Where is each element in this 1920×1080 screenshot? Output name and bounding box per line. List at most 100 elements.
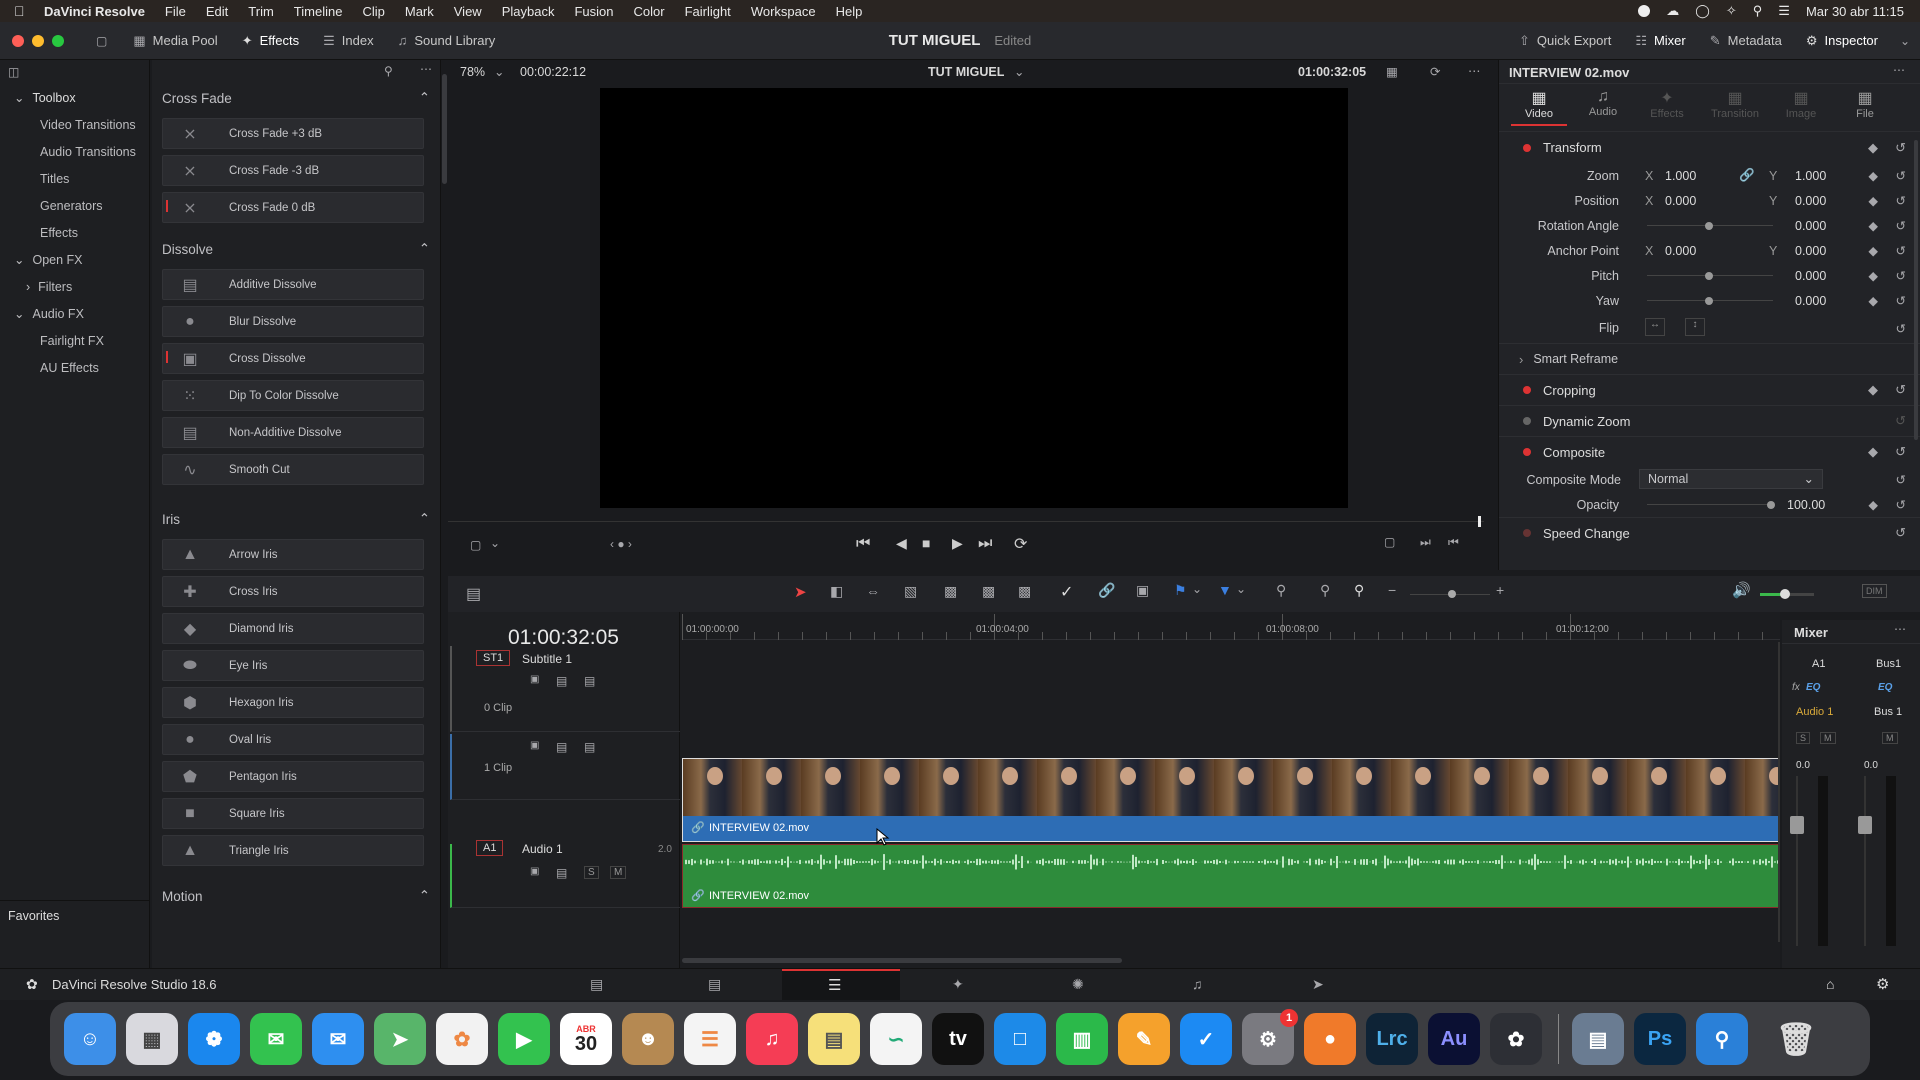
trim-tool-icon[interactable]: ◧ [830,583,843,600]
reset-icon[interactable]: ↺ [1896,472,1906,487]
chevron-down-icon[interactable]: ⌄ [1014,64,1024,79]
pitch-field[interactable]: 0.000 [1795,269,1826,283]
reset-icon[interactable]: ↺ [1896,321,1906,336]
eq-label[interactable]: EQ [1806,682,1820,693]
timeline-scrollbar[interactable] [682,958,1122,963]
photos-icon[interactable]: ✿ [436,1013,488,1065]
effect-item[interactable]: ⬟ Pentagon Iris [162,761,424,792]
fader-a1[interactable] [1790,816,1804,834]
mail-icon[interactable]: ✉ [312,1013,364,1065]
auto-select-icon[interactable]: ▤ [556,866,567,880]
effect-item[interactable]: ▲ Triangle Iris [162,835,424,866]
solo-button[interactable]: S [1796,732,1811,744]
video-clip[interactable]: 🔗 INTERVIEW 02.mov [682,758,1780,842]
tree-effects[interactable]: Effects [0,219,149,246]
effect-item[interactable]: ∿ Smooth Cut [162,454,424,485]
keyframe-icon[interactable]: ◆ [1868,268,1878,283]
search-icon[interactable]: ⚲ [1753,3,1763,19]
reset-icon[interactable]: ↺ [1895,444,1906,460]
dissolve-header[interactable]: Dissolve ⌃ [152,235,440,263]
more-options-icon[interactable]: ⋯ [420,62,432,76]
menu-trim[interactable]: Trim [248,4,274,19]
effect-item[interactable]: ⬢ Hexagon Iris [162,687,424,718]
next-edit-icon[interactable]: ⏭ [1420,535,1431,550]
reset-icon[interactable]: ↺ [1896,497,1906,512]
lock-icon[interactable]: ▣ [530,674,539,685]
opacity-field[interactable]: 100.00 [1787,498,1825,512]
flip-vertical-button[interactable]: ↕ [1685,318,1705,336]
cut-page-icon[interactable]: ▤ [708,976,721,993]
effects-button[interactable]: ✦ Effects [230,22,311,60]
effect-item[interactable]: ⁙ Dip To Color Dissolve [162,380,424,411]
metadata-button[interactable]: ✎ Metadata [1698,22,1794,60]
tab-audio[interactable]: ♫ Audio [1575,88,1631,118]
keyframe-icon[interactable]: ◆ [1868,497,1878,512]
track-name[interactable]: Subtitle 1 [522,652,572,666]
chevron-down-icon[interactable]: ⌄ [1192,582,1202,596]
effect-item[interactable]: ▲ Arrow Iris [162,539,424,570]
effect-item[interactable]: ⨯ Cross Fade +3 dB [162,118,424,149]
mute-button[interactable]: M [610,866,627,879]
snapping-icon[interactable]: ✓ [1060,582,1073,602]
document-thumbnail-icon[interactable]: ▤ [1572,1013,1624,1065]
user-icon[interactable]: ◯ [1695,3,1710,19]
toolbox-header[interactable]: ⌄ Toolbox [0,84,149,111]
captions-icon[interactable]: ▤ [584,674,595,688]
lightroom-classic-icon[interactable]: Lrc [1366,1013,1418,1065]
loop-icon[interactable]: ⟳ [1014,534,1027,554]
fader-bus1[interactable] [1858,816,1872,834]
track-name[interactable]: Audio 1 [522,842,563,856]
play-icon[interactable]: ▶ [952,535,963,552]
more-options-icon[interactable]: ⋯ [1468,63,1481,78]
effect-item[interactable]: ● Blur Dissolve [162,306,424,337]
flag-icon[interactable]: ⚑ [1174,582,1187,599]
tree-generators[interactable]: Generators [0,192,149,219]
go-to-end-icon[interactable]: ⏭ [978,535,992,553]
reset-icon[interactable]: ↺ [1895,140,1906,156]
keyframe-icon[interactable]: ◆ [1868,444,1878,460]
prev-edit-icon[interactable]: ⏮ [1448,535,1459,550]
viewer-options-icon[interactable]: ▦ [1386,64,1398,79]
app-menu[interactable]: DaVinci Resolve [44,4,145,19]
zoom-level[interactable]: 78% [460,65,485,79]
close-window-button[interactable] [12,34,24,47]
effect-item[interactable]: ◆ Diamond Iris [162,613,424,644]
messages-icon[interactable]: ✉ [250,1013,302,1065]
keyframe-icon[interactable]: ◆ [1868,168,1878,183]
cross-fade-header[interactable]: Cross Fade ⌃ [152,84,440,112]
creative-cloud-icon[interactable]: ☁ [1666,3,1679,19]
pages-icon[interactable]: ✎ [1118,1013,1170,1065]
menu-workspace[interactable]: Workspace [751,4,816,19]
favorites-header[interactable]: Favorites [8,902,59,929]
calendar-icon[interactable]: ABR 30 [560,1013,612,1065]
blade-tool-icon[interactable]: ▧ [904,583,917,600]
zoom-custom-icon[interactable]: ⚲ [1354,582,1364,599]
media-pool-button[interactable]: ▦ Media Pool [121,22,229,60]
tree-filters[interactable]: › Filters [0,273,149,300]
tree-titles[interactable]: Titles [0,165,149,192]
zoom-in-icon[interactable]: + [1496,582,1504,598]
tree-video-transitions[interactable]: Video Transitions [0,111,149,138]
slider-knob[interactable] [1767,501,1775,509]
reset-icon[interactable]: ↺ [1896,168,1906,183]
apple-icon[interactable]:  [14,3,44,19]
insert-clip-icon[interactable]: ▩ [944,583,957,600]
photoshop-icon[interactable]: Ps [1634,1013,1686,1065]
fairlight-page-icon[interactable]: ♫ [1192,976,1203,992]
effect-item[interactable]: ✚ Cross Iris [162,576,424,607]
transform-section[interactable]: Transform ◆ ↺ [1499,132,1920,163]
match-frame-icon[interactable]: ▢ [1384,535,1395,549]
position-x-field[interactable]: 0.000 [1665,194,1696,208]
auto-select-icon[interactable]: ▤ [556,740,567,754]
tree-fairlight-fx[interactable]: Fairlight FX [0,327,149,354]
volume-icon[interactable]: 🔊 [1732,581,1751,599]
menu-color[interactable]: Color [633,4,664,19]
effect-item[interactable]: ⨯ Cross Fade 0 dB [162,192,424,223]
lock-icon[interactable]: ▣ [530,866,539,877]
slider-knob[interactable] [1448,590,1456,598]
audio-track-header[interactable]: A1 Audio 1 2.0 ▣ ▤ S M [450,840,680,908]
finder-icon[interactable]: ☺ [64,1013,116,1065]
mute-button[interactable]: M [1820,732,1836,744]
video-monitor-icon[interactable]: ▤ [584,740,595,754]
search-icon[interactable]: ⚲ [384,64,393,78]
